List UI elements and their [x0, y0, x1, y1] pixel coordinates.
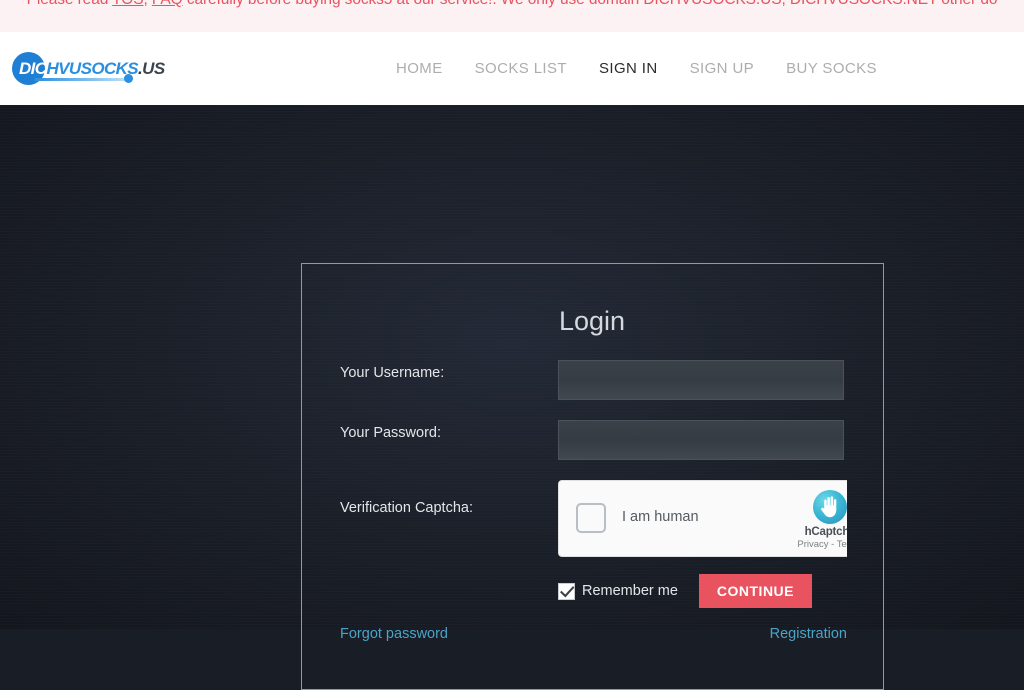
hcaptcha-checkbox-label: I am human	[622, 509, 699, 525]
hcaptcha-clip: I am human hCaptcha Privacy - Terms	[558, 480, 847, 557]
remember-me-checkbox[interactable]	[558, 582, 575, 600]
username-field-row: Your Username:	[302, 360, 883, 400]
logo-text-main: HVUSOCKS	[46, 59, 139, 78]
password-field-row: Your Password:	[302, 420, 883, 460]
captcha-field-row: Verification Captcha: I am human hCaptch…	[302, 480, 883, 557]
panel-links: Forgot password Registration	[340, 626, 847, 642]
logo-text: DICHVUSOCKS.US	[12, 51, 165, 87]
page-title: Login	[559, 306, 626, 336]
site-logo[interactable]: DICHVUSOCKS.US	[12, 51, 192, 87]
warning-banner: Please read TOS, FAQ carefully before bu…	[0, 0, 1024, 32]
nav-item-home[interactable]: HOME	[380, 32, 459, 105]
hcaptcha-branding: hCaptcha Privacy - Terms	[795, 490, 847, 550]
hcaptcha-privacy-terms[interactable]: Privacy - Terms	[795, 539, 847, 550]
password-input[interactable]	[558, 420, 844, 460]
continue-button[interactable]: CONTINUE	[698, 574, 813, 608]
login-panel: Login Your Username: Your Password: Veri…	[301, 263, 884, 690]
hcaptcha-brand-name: hCaptcha	[804, 526, 847, 538]
submit-row: Remember me CONTINUE	[558, 574, 813, 608]
page-background: Login Your Username: Your Password: Veri…	[0, 105, 1024, 690]
remember-me-label: Remember me	[582, 583, 678, 599]
banner-text-prefix: Please read	[27, 0, 113, 8]
forgot-password-link[interactable]: Forgot password	[340, 626, 448, 642]
username-label: Your Username:	[340, 365, 445, 381]
captcha-label: Verification Captcha:	[340, 500, 473, 516]
hcaptcha-hand-icon	[813, 490, 847, 524]
nav-item-buy-socks[interactable]: BUY SOCKS	[770, 32, 893, 105]
nav-item-sign-in[interactable]: SIGN IN	[583, 32, 674, 105]
hcaptcha-checkbox[interactable]	[576, 503, 606, 533]
nav-item-sign-up[interactable]: SIGN UP	[674, 32, 770, 105]
registration-link[interactable]: Registration	[770, 626, 847, 642]
banner-separator: ,	[143, 0, 151, 8]
hcaptcha-widget[interactable]: I am human hCaptcha Privacy - Terms	[558, 480, 847, 557]
main-navigation: HOME SOCKS LIST SIGN IN SIGN UP BUY SOCK…	[380, 32, 893, 105]
password-label: Your Password:	[340, 425, 442, 441]
banner-text-rest: carefully before buying socks5 at our se…	[183, 0, 998, 8]
tos-link[interactable]: TOS	[112, 0, 143, 8]
logo-text-tld: US	[142, 59, 165, 78]
faq-link[interactable]: FAQ	[152, 0, 183, 8]
logo-text-dic: DIC	[19, 59, 47, 78]
site-header: DICHVUSOCKS.US HOME SOCKS LIST SIGN IN S…	[0, 32, 1024, 105]
nav-item-socks-list[interactable]: SOCKS LIST	[459, 32, 583, 105]
username-input[interactable]	[558, 360, 844, 400]
